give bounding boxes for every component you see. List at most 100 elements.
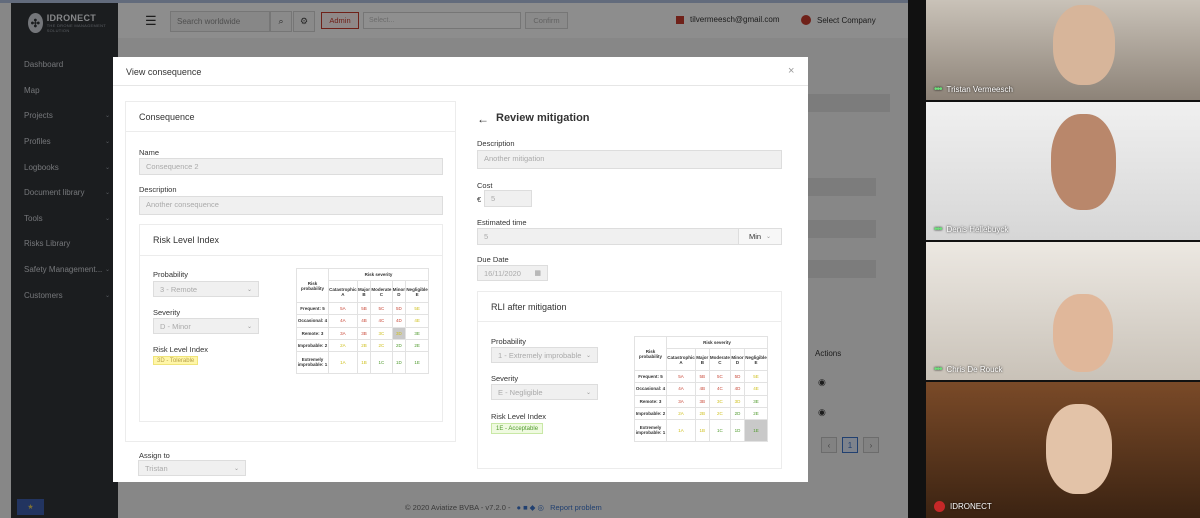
matrix-column-header: Negligible E (743, 348, 769, 372)
matrix-cell[interactable]: 1D (391, 350, 407, 375)
matrix-cell[interactable]: 4E (743, 382, 769, 396)
muted-mic-icon (934, 501, 945, 512)
due-date-field[interactable]: 16/11/2020 ▦ (477, 265, 548, 281)
video-call-panel: ••• Tristan Vermeesch ••• Denis Hellebuyck… (908, 0, 1200, 518)
back-arrow-icon[interactable]: ← (477, 112, 489, 126)
matrix-cell[interactable]: 4B (356, 314, 372, 328)
matrix-cell[interactable]: 1E (405, 350, 429, 375)
currency-symbol: € (477, 195, 482, 204)
participant-tile[interactable]: ••• Denis Hellebuyck (926, 102, 1200, 240)
matrix-cell[interactable]: 3E (405, 326, 429, 340)
cost-field[interactable]: 5 (484, 190, 532, 207)
matrix-cell[interactable]: 4C (708, 382, 732, 396)
matrix-cell[interactable]: 2D (391, 338, 407, 352)
matrix-cell[interactable]: 5C (708, 370, 732, 384)
matrix-column-header: Minor D (391, 280, 407, 304)
mitigation-description-label: Description (477, 139, 515, 148)
rli-badge: 1E - Acceptable (491, 423, 544, 434)
description-field[interactable]: Another consequence (139, 196, 443, 215)
matrix-cell[interactable]: 3A (665, 394, 697, 408)
time-unit-select[interactable]: Min ⌄ (738, 228, 782, 245)
rli-badge: 3D - Tolerable (153, 356, 199, 365)
probability-select[interactable]: 1 - Extremely improbable ⌄ (491, 347, 598, 363)
matrix-cell[interactable]: 5D (391, 302, 407, 316)
divider (126, 131, 455, 132)
matrix-row-label: Extremely improbable: 1 (634, 418, 667, 443)
matrix-row-label: Improbable: 2 (296, 338, 329, 352)
assign-to-select[interactable]: Tristan ⌄ (138, 460, 246, 476)
matrix-cell[interactable]: 2A (328, 338, 358, 352)
matrix-cell[interactable]: 3D (730, 394, 745, 408)
matrix-cell[interactable]: 2E (743, 406, 769, 420)
name-field[interactable]: Consequence 2 (139, 158, 443, 175)
matrix-row-label: Occasional: 4 (634, 382, 667, 396)
matrix-cell[interactable]: 3C (708, 394, 732, 408)
matrix-cell[interactable]: 4D (391, 314, 407, 328)
matrix-cell[interactable]: 1A (328, 350, 358, 375)
matrix-cell[interactable]: 3B (356, 326, 372, 340)
rli-label: Risk Level Index (153, 345, 209, 354)
matrix-cell[interactable]: 2E (405, 338, 429, 352)
participant-name: ••• Chris De Rouck (934, 363, 1003, 375)
matrix-column-header: Major B (356, 280, 372, 304)
divider (113, 85, 808, 86)
matrix-column-header: Minor D (730, 348, 745, 372)
matrix-cell[interactable]: 2C (708, 406, 732, 420)
matrix-cell[interactable]: 4E (405, 314, 429, 328)
matrix-cell[interactable]: 3A (328, 326, 358, 340)
probability-label: Probability (491, 337, 527, 346)
matrix-cell[interactable]: 3B (695, 394, 710, 408)
matrix-cell[interactable]: 2D (730, 406, 745, 420)
matrix-cell[interactable]: 2B (356, 338, 372, 352)
matrix-cell[interactable]: 5B (356, 302, 372, 316)
matrix-cell[interactable]: 3D (391, 326, 407, 340)
view-consequence-modal: View consequence × Consequence Name Cons… (113, 57, 808, 482)
calendar-icon: ▦ (534, 270, 541, 277)
chevron-down-icon: ⌄ (246, 286, 252, 293)
matrix-cell[interactable]: 1C (370, 350, 393, 375)
matrix-cell[interactable]: 5D (730, 370, 745, 384)
matrix-column-header: Moderate C (708, 348, 732, 372)
close-icon[interactable]: × (788, 65, 794, 77)
matrix-cell[interactable]: 2A (665, 406, 697, 420)
matrix-cell[interactable]: 5B (695, 370, 710, 384)
matrix-cell[interactable]: 1B (356, 350, 372, 375)
cost-label: Cost (477, 181, 493, 190)
matrix-cell[interactable]: 5A (328, 302, 358, 316)
modal-title: View consequence (126, 67, 202, 77)
participant-tile[interactable]: IDRONECT (926, 382, 1200, 518)
participant-tile[interactable]: ••• Tristan Vermeesch (926, 0, 1200, 100)
probability-select[interactable]: 3 - Remote ⌄ (153, 281, 259, 297)
severity-select[interactable]: D - Minor ⌄ (153, 318, 259, 334)
name-label: Name (139, 148, 160, 157)
matrix-cell[interactable]: 5E (405, 302, 429, 316)
severity-select[interactable]: E - Negligible ⌄ (491, 384, 598, 400)
matrix-cell[interactable]: 2C (370, 338, 393, 352)
matrix-cell[interactable]: 4B (695, 382, 710, 396)
mitigation-description-field[interactable]: Another mitigation (477, 150, 782, 169)
matrix-cell[interactable]: 1E (743, 418, 769, 443)
matrix-cell[interactable]: 1C (708, 418, 732, 443)
matrix-cell[interactable]: 1A (665, 418, 697, 443)
estimated-time-label: Estimated time (477, 218, 527, 227)
matrix-cell[interactable]: 1B (695, 418, 710, 443)
matrix-cell[interactable]: 3C (370, 326, 393, 340)
matrix-cell[interactable]: 2B (695, 406, 710, 420)
divider (478, 321, 781, 322)
matrix-cell[interactable]: 4A (328, 314, 358, 328)
chevron-down-icon: ⌄ (233, 465, 239, 472)
matrix-cell[interactable]: 5E (743, 370, 769, 384)
matrix-cell[interactable]: 4D (730, 382, 745, 396)
matrix-cell[interactable]: 4A (665, 382, 697, 396)
participant-video (1051, 114, 1116, 210)
estimated-time-field[interactable]: 5 (477, 228, 739, 245)
matrix-row-label: Remote: 3 (634, 394, 667, 408)
chevron-down-icon: ⌄ (585, 352, 591, 359)
matrix-cell[interactable]: 5C (370, 302, 393, 316)
rli-label: Risk Level Index (491, 412, 547, 421)
matrix-cell[interactable]: 3E (743, 394, 769, 408)
matrix-cell[interactable]: 1D (730, 418, 745, 443)
matrix-cell[interactable]: 4C (370, 314, 393, 328)
matrix-cell[interactable]: 5A (665, 370, 697, 384)
participant-tile[interactable]: ••• Chris De Rouck (926, 242, 1200, 380)
